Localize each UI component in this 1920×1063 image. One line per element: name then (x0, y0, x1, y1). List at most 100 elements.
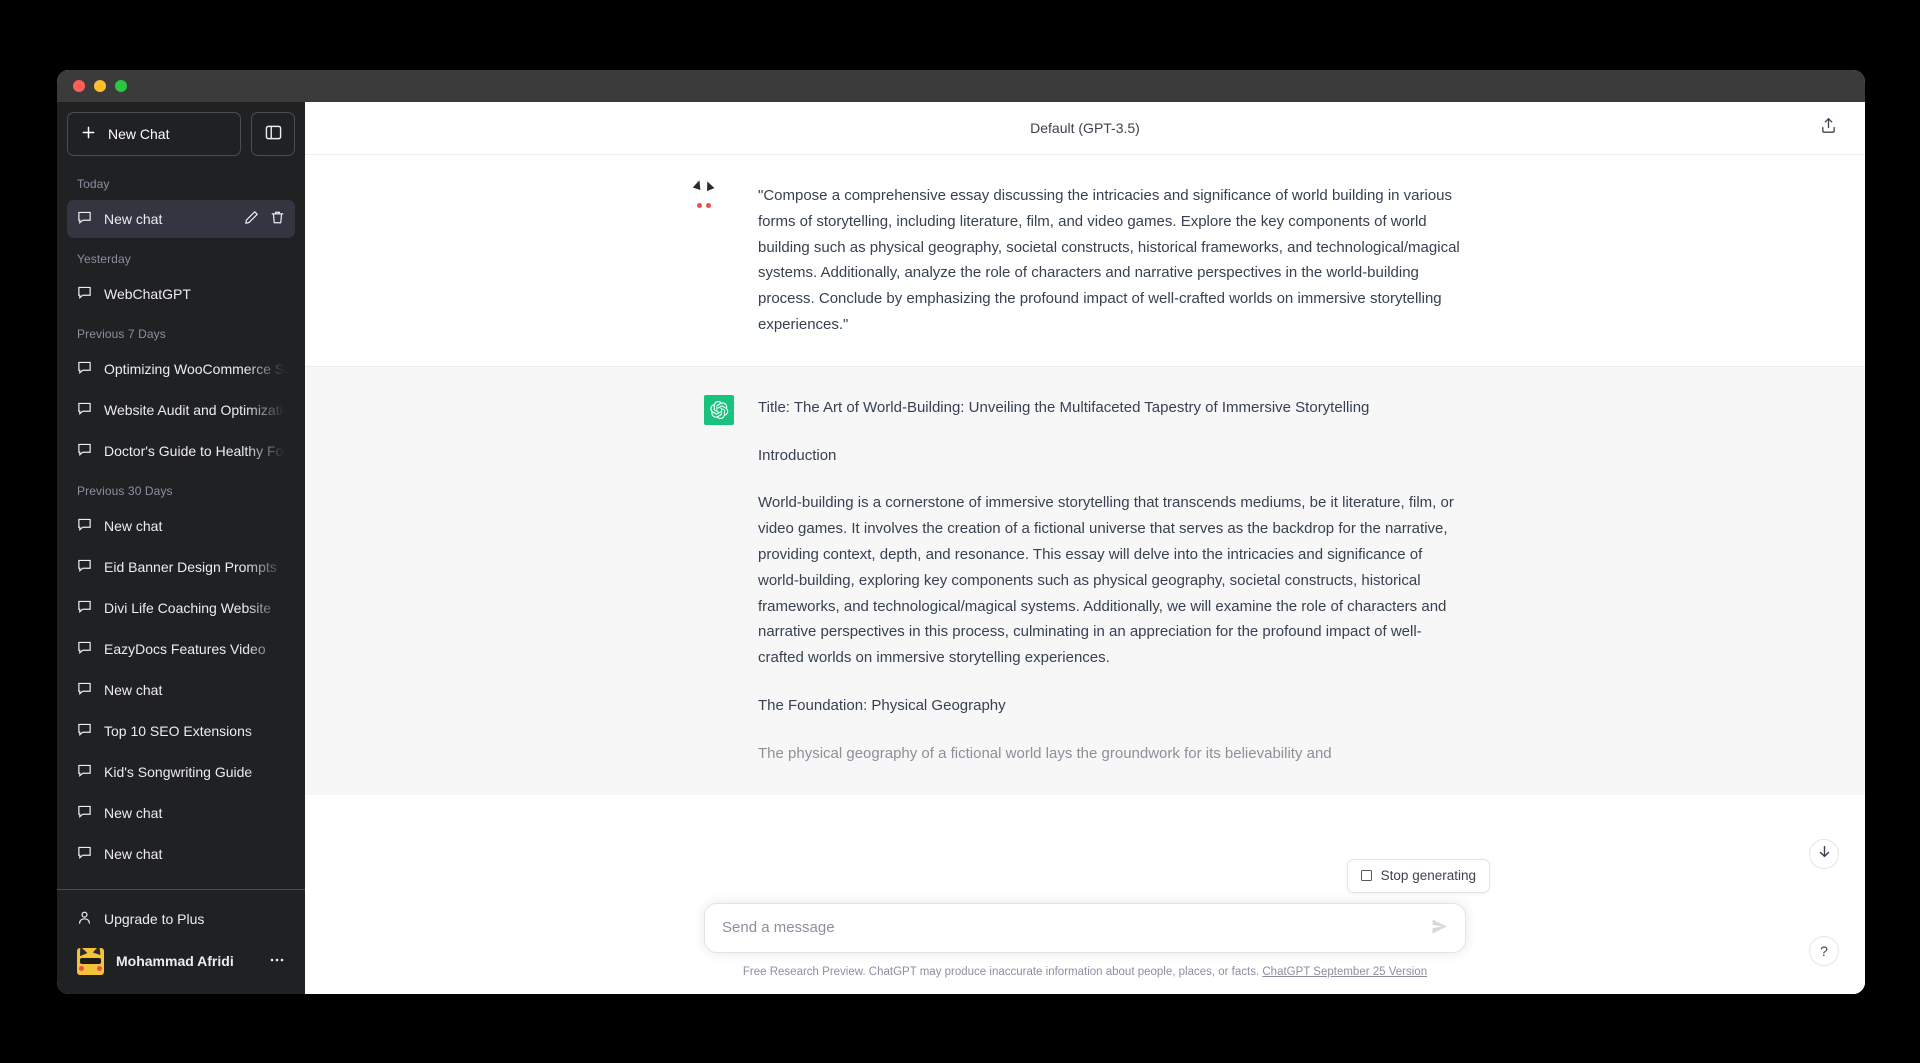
chat-row-actions (244, 210, 285, 228)
chat-bubble-icon (77, 442, 92, 460)
chat-bubble-icon (77, 681, 92, 699)
chat-item-top-10-seo[interactable]: Top 10 SEO Extensions (67, 712, 295, 750)
chat-item-label: Eid Banner Design Prompts (104, 559, 277, 575)
sidebar: New Chat Today New chat Yesterday WebCha… (57, 102, 305, 994)
help-button[interactable]: ? (1809, 936, 1839, 966)
stop-generating-button[interactable]: Stop generating (1346, 858, 1490, 893)
chat-item-new-chat-1[interactable]: New chat (67, 507, 295, 545)
sidebar-top-controls: New Chat (57, 112, 305, 160)
chat-bubble-icon (77, 804, 92, 822)
arrow-down-icon (1817, 844, 1832, 864)
toggle-sidebar-button[interactable] (251, 112, 295, 156)
top-bar: Default (GPT-3.5) (305, 102, 1865, 155)
model-selector-label[interactable]: Default (GPT-3.5) (1030, 120, 1140, 136)
chat-item-new-chat-2[interactable]: New chat (67, 671, 295, 709)
user-message-body: "Compose a comprehensive essay discussin… (758, 183, 1466, 338)
send-message-button[interactable] (1425, 914, 1453, 942)
chat-item-new-chat-today[interactable]: New chat (67, 200, 295, 238)
stop-square-icon (1360, 870, 1372, 882)
assistant-avatar-box (704, 394, 734, 425)
share-chat-button[interactable] (1813, 113, 1843, 143)
composer-inner: Stop generating Send a message Free Rese… (305, 858, 1865, 994)
chat-bubble-icon (77, 517, 92, 535)
plus-icon (81, 125, 96, 143)
user-name-label: Mohammad Afridi (116, 953, 234, 969)
disclaimer-sentence: Free Research Preview. ChatGPT may produ… (742, 965, 1260, 978)
scroll-to-bottom-button[interactable] (1809, 839, 1839, 869)
chat-item-divi-life-coaching[interactable]: Divi Life Coaching Website (67, 589, 295, 627)
chat-item-new-chat-3[interactable]: New chat (67, 794, 295, 832)
user-message-paragraph: "Compose a comprehensive essay discussin… (758, 187, 1460, 333)
maximize-window-button[interactable] (115, 80, 127, 92)
chat-item-new-chat-4[interactable]: New chat (67, 835, 295, 873)
message-composer[interactable] (704, 902, 1466, 953)
group-label-today: Today (77, 177, 110, 191)
assistant-message-body: Title: The Art of World-Building: Unveil… (758, 395, 1466, 767)
chat-item-label: EazyDocs Features Video (104, 641, 266, 657)
message-user: "Compose a comprehensive essay discussin… (305, 155, 1865, 366)
chat-item-label: Website Audit and Optimization (104, 402, 285, 418)
group-label-previous-30-days: Previous 30 Days (77, 484, 173, 498)
chat-bubble-icon (77, 360, 92, 378)
chat-item-label: New chat (104, 518, 163, 534)
sidebar-panel-icon (265, 124, 282, 144)
chat-bubble-icon (77, 401, 92, 419)
avatar (77, 947, 104, 975)
chat-bubble-icon (77, 285, 92, 303)
disclaimer-text: Free Research Preview. ChatGPT may produ… (704, 953, 1466, 994)
composer-wrapper: Free Research Preview. ChatGPT may produ… (680, 902, 1490, 994)
chat-item-label: New chat (104, 211, 163, 227)
user-avatar-box (692, 178, 734, 213)
chat-bubble-icon (77, 640, 92, 658)
chat-bubble-icon (77, 599, 92, 617)
group-label-previous-7-days: Previous 7 Days (77, 327, 166, 341)
assistant-paragraph-introduction-heading: Introduction (758, 446, 837, 464)
chat-item-webchatgpt[interactable]: WebChatGPT (67, 275, 295, 313)
assistant-paragraph-intro-body: World-building is a cornerstone of immer… (758, 494, 1454, 667)
assistant-paragraph-title: Title: The Art of World-Building: Unveil… (758, 398, 1370, 416)
more-options-icon[interactable] (269, 952, 285, 971)
chat-item-eid-banner[interactable]: Eid Banner Design Prompts (67, 548, 295, 586)
chat-item-optimizing-woocommerce[interactable]: Optimizing WooCommerce SEO (67, 350, 295, 388)
chat-item-eazydocs-features[interactable]: EazyDocs Features Video (67, 630, 295, 668)
upgrade-to-plus-button[interactable]: Upgrade to Plus (67, 898, 295, 940)
chat-bubble-icon (77, 845, 92, 863)
send-paper-plane-icon (1432, 919, 1447, 937)
chat-item-label: Kid's Songwriting Guide (104, 764, 253, 780)
chat-item-label: WebChatGPT (104, 286, 191, 302)
rename-chat-icon[interactable] (244, 210, 259, 228)
upgrade-label: Upgrade to Plus (104, 911, 205, 927)
delete-chat-icon[interactable] (270, 210, 285, 228)
message-input[interactable] (722, 903, 1417, 952)
desktop-backdrop: New Chat Today New chat Yesterday WebCha… (0, 0, 1920, 1063)
window-body: New Chat Today New chat Yesterday WebCha… (57, 102, 1865, 994)
version-link[interactable]: ChatGPT September 25 Version (1262, 966, 1427, 978)
chat-item-label: New chat (104, 805, 163, 821)
chat-item-label: Optimizing WooCommerce SEO (104, 361, 285, 377)
close-window-button[interactable] (73, 80, 85, 92)
chat-item-doctors-guide[interactable]: Doctor's Guide to Healthy Food (67, 432, 295, 470)
stop-generating-label: Stop generating (1380, 868, 1476, 884)
group-label-yesterday: Yesterday (77, 252, 131, 266)
chat-item-label: Top 10 SEO Extensions (104, 723, 252, 739)
minimize-window-button[interactable] (94, 80, 106, 92)
new-chat-label: New Chat (108, 126, 170, 142)
chat-bubble-icon (77, 763, 92, 781)
user-account-button[interactable]: Mohammad Afridi (67, 940, 295, 982)
chat-history-list[interactable]: Today New chat Yesterday WebChatGPT Prev… (57, 160, 305, 889)
chat-item-website-audit[interactable]: Website Audit and Optimization (67, 391, 295, 429)
browser-window: New Chat Today New chat Yesterday WebCha… (57, 70, 1865, 994)
user-outline-icon (77, 910, 92, 928)
share-upload-icon (1820, 117, 1837, 139)
chat-bubble-icon (77, 210, 92, 228)
message-assistant: Title: The Art of World-Building: Unveil… (305, 365, 1865, 795)
chat-item-label: New chat (104, 682, 163, 698)
chat-item-label: Divi Life Coaching Website (104, 600, 272, 616)
new-chat-button[interactable]: New Chat (67, 112, 241, 156)
sidebar-footer: Upgrade to Plus Mohammad Afridi (57, 889, 305, 994)
chat-bubble-icon (77, 722, 92, 740)
chat-item-label: Doctor's Guide to Healthy Food (104, 443, 285, 459)
help-question-icon: ? (1820, 943, 1828, 959)
chat-item-kids-songwriting[interactable]: Kid's Songwriting Guide (67, 753, 295, 791)
main-content: Default (GPT-3.5) "Compose a comprehensi… (305, 102, 1865, 994)
